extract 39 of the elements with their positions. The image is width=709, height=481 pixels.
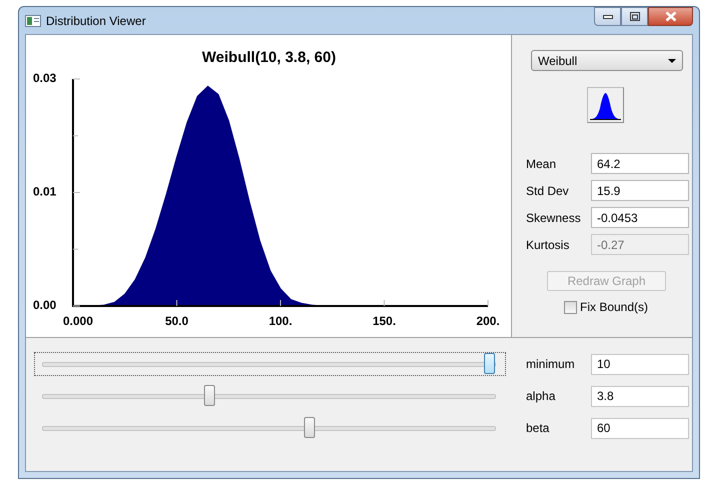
- maximize-button[interactable]: [621, 7, 648, 26]
- parameter-field[interactable]: 60: [591, 418, 689, 438]
- stat-label: Mean: [526, 156, 558, 170]
- stat-field[interactable]: 64.2: [591, 153, 689, 174]
- parameter-label: alpha: [526, 389, 556, 403]
- y-tick-label: 0.01: [33, 184, 56, 198]
- parameter-field[interactable]: 3.8: [591, 386, 689, 406]
- window-title: Distribution Viewer: [46, 14, 146, 28]
- stat-label: Skewness: [526, 210, 582, 224]
- x-tick-label: 50.0: [165, 314, 188, 328]
- close-icon: [664, 11, 676, 22]
- minimize-button[interactable]: [594, 7, 621, 26]
- slider-thumb[interactable]: [304, 416, 315, 438]
- y-tick-label: 0.00: [33, 298, 56, 312]
- maximize-icon: [630, 12, 640, 21]
- parameter-label: minimum: [526, 357, 576, 371]
- y-tick-label: 0.03: [33, 71, 56, 85]
- x-tick-label: 100.: [268, 314, 292, 328]
- checkbox-label: Fix Bound(s): [580, 300, 648, 314]
- stat-field[interactable]: -0.0453: [591, 207, 689, 228]
- minimize-icon: [602, 14, 612, 18]
- checkbox[interactable]: [564, 300, 577, 314]
- close-button[interactable]: [648, 7, 693, 26]
- chart-title: Weibull(10, 3.8, 60): [202, 49, 336, 66]
- stat-field[interactable]: 15.9: [591, 180, 689, 201]
- caret-icon: [668, 58, 676, 62]
- slider-thumb[interactable]: [484, 352, 496, 374]
- stat-label: Kurtosis: [526, 238, 570, 252]
- stat-label: Std Dev: [526, 184, 570, 198]
- distribution-shape-button[interactable]: [587, 87, 624, 123]
- slider-thumb[interactable]: [204, 384, 216, 406]
- parameter-field[interactable]: 10: [591, 354, 689, 374]
- x-tick-label: 150.: [372, 314, 396, 328]
- slider[interactable]: [34, 352, 506, 376]
- x-tick-label: 0.000: [62, 314, 94, 328]
- distribution-dropdown[interactable]: Weibull: [531, 50, 683, 71]
- app-icon: [25, 14, 41, 26]
- x-tick-label: 200.: [476, 314, 500, 328]
- parameter-label: beta: [526, 421, 550, 435]
